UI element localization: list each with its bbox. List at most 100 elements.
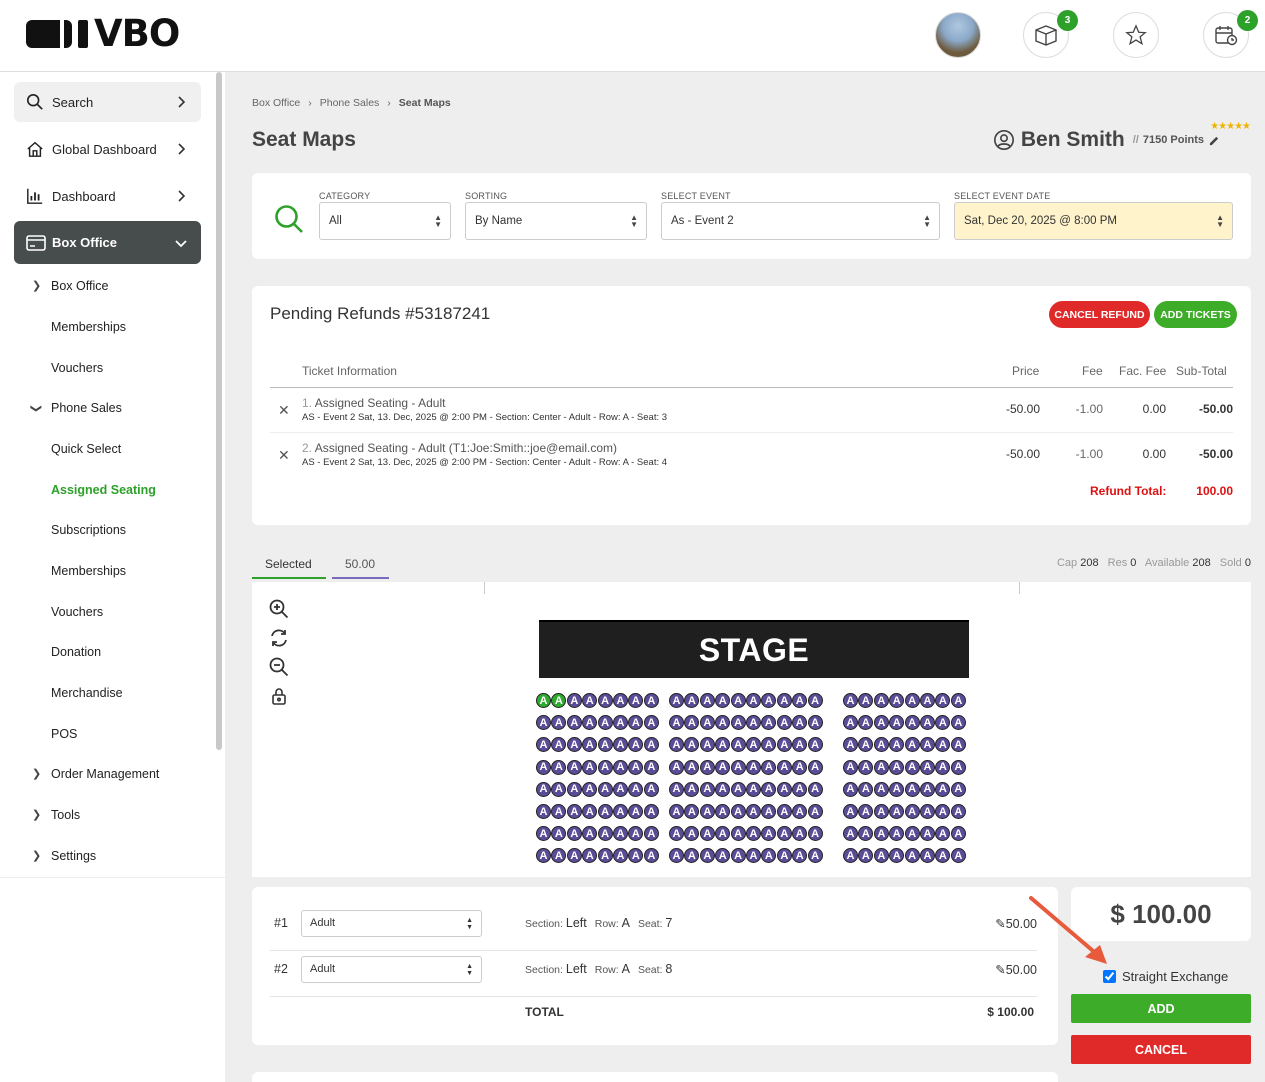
seat[interactable]: A: [746, 759, 761, 775]
seat[interactable]: A: [643, 693, 659, 708]
seat[interactable]: A: [566, 759, 582, 775]
sidebar-global-dashboard[interactable]: Global Dashboard: [14, 129, 201, 169]
seat[interactable]: A: [920, 781, 935, 797]
seat[interactable]: A: [566, 804, 582, 819]
seat[interactable]: A: [628, 781, 644, 797]
seat[interactable]: A: [746, 693, 761, 708]
seat[interactable]: A: [669, 848, 684, 864]
seat[interactable]: A: [715, 693, 731, 708]
seat[interactable]: A: [858, 693, 874, 708]
seat[interactable]: A: [715, 848, 731, 864]
seat[interactable]: A: [684, 759, 700, 775]
sidebar-item-memberships[interactable]: Memberships: [51, 320, 126, 334]
seat[interactable]: A: [613, 737, 628, 753]
seat[interactable]: A: [536, 804, 551, 819]
seat[interactable]: A: [904, 737, 920, 753]
seat[interactable]: A: [761, 826, 777, 842]
add-tickets-button[interactable]: ADD TICKETS: [1154, 301, 1237, 328]
seat[interactable]: A: [873, 848, 889, 864]
sidebar-item-assigned-seating[interactable]: Assigned Seating: [51, 483, 156, 497]
seat[interactable]: A: [699, 848, 715, 864]
seat[interactable]: A: [582, 826, 598, 842]
seat[interactable]: A: [613, 715, 628, 731]
user-avatar[interactable]: [935, 12, 981, 58]
seat[interactable]: A: [730, 693, 746, 708]
seat[interactable]: A: [776, 737, 792, 753]
seat[interactable]: A: [889, 848, 905, 864]
seat[interactable]: A: [597, 737, 613, 753]
remove-icon[interactable]: ✕: [278, 402, 290, 419]
sidebar-item-order-management[interactable]: Order Management: [51, 767, 159, 781]
seat[interactable]: A: [776, 693, 792, 708]
seat[interactable]: A: [536, 848, 551, 864]
event-date-select[interactable]: Sat, Dec 20, 2025 @ 8:00 PM ▲ ▼: [954, 202, 1233, 240]
seat[interactable]: A: [715, 759, 731, 775]
seat[interactable]: A: [551, 804, 567, 819]
seat[interactable]: A: [669, 693, 684, 708]
sorting-select[interactable]: By Name ▲ ▼: [465, 202, 647, 240]
seat[interactable]: A: [669, 781, 684, 797]
sidebar-item-merchandise[interactable]: Merchandise: [51, 686, 123, 700]
seat[interactable]: A: [792, 826, 808, 842]
seat[interactable]: A: [746, 848, 761, 864]
seat[interactable]: A: [792, 781, 808, 797]
seat[interactable]: A: [746, 804, 761, 819]
sidebar-item-vouchers[interactable]: Vouchers: [51, 361, 103, 375]
seat[interactable]: A: [950, 737, 966, 753]
seat[interactable]: A: [843, 781, 858, 797]
favorites-button[interactable]: [1113, 12, 1159, 58]
seat[interactable]: A: [669, 715, 684, 731]
seat[interactable]: A: [807, 715, 823, 731]
seat[interactable]: A: [582, 693, 598, 708]
seat[interactable]: A: [858, 826, 874, 842]
schedule-button[interactable]: 2: [1203, 10, 1258, 58]
seat[interactable]: A: [746, 781, 761, 797]
seat[interactable]: A: [843, 715, 858, 731]
breadcrumb-phone-sales[interactable]: Phone Sales: [320, 97, 380, 109]
seat[interactable]: A: [873, 759, 889, 775]
seat[interactable]: A: [582, 715, 598, 731]
seat[interactable]: A: [935, 715, 951, 731]
seat[interactable]: A: [761, 804, 777, 819]
seat[interactable]: A: [715, 781, 731, 797]
seat[interactable]: A: [950, 848, 966, 864]
seat[interactable]: A: [761, 781, 777, 797]
seat[interactable]: A: [699, 759, 715, 775]
seat[interactable]: A: [792, 848, 808, 864]
seat[interactable]: A: [582, 848, 598, 864]
seat[interactable]: A: [935, 848, 951, 864]
seat[interactable]: A: [920, 848, 935, 864]
seat[interactable]: A: [873, 826, 889, 842]
seat[interactable]: A: [551, 826, 567, 842]
breadcrumb-box-office[interactable]: Box Office: [252, 97, 300, 109]
zoom-out-icon[interactable]: [269, 652, 289, 681]
seat[interactable]: A: [920, 826, 935, 842]
seat[interactable]: A: [597, 848, 613, 864]
seat[interactable]: A: [536, 759, 551, 775]
seat[interactable]: A: [628, 693, 644, 708]
seat[interactable]: A: [536, 715, 551, 731]
seat[interactable]: A: [843, 804, 858, 819]
seat[interactable]: A: [889, 804, 905, 819]
seat[interactable]: A: [643, 781, 659, 797]
seat[interactable]: A: [566, 848, 582, 864]
seat[interactable]: A: [582, 737, 598, 753]
seat[interactable]: A: [904, 693, 920, 708]
seat[interactable]: A: [597, 826, 613, 842]
remove-icon[interactable]: ✕: [278, 447, 290, 464]
seat[interactable]: A: [889, 826, 905, 842]
seat[interactable]: A: [904, 781, 920, 797]
sidebar-item-memberships-2[interactable]: Memberships: [51, 564, 126, 578]
seat[interactable]: A: [920, 804, 935, 819]
sidebar-item-phone-sales[interactable]: Phone Sales: [51, 401, 122, 415]
seat[interactable]: A: [873, 804, 889, 819]
seat[interactable]: A: [950, 804, 966, 819]
seat[interactable]: A: [792, 715, 808, 731]
seat[interactable]: A: [920, 737, 935, 753]
sidebar-item-subscriptions[interactable]: Subscriptions: [51, 523, 126, 537]
seat[interactable]: A: [715, 715, 731, 731]
seat[interactable]: A: [643, 804, 659, 819]
seat[interactable]: A: [889, 715, 905, 731]
seat[interactable]: A: [613, 804, 628, 819]
seat[interactable]: A: [613, 848, 628, 864]
